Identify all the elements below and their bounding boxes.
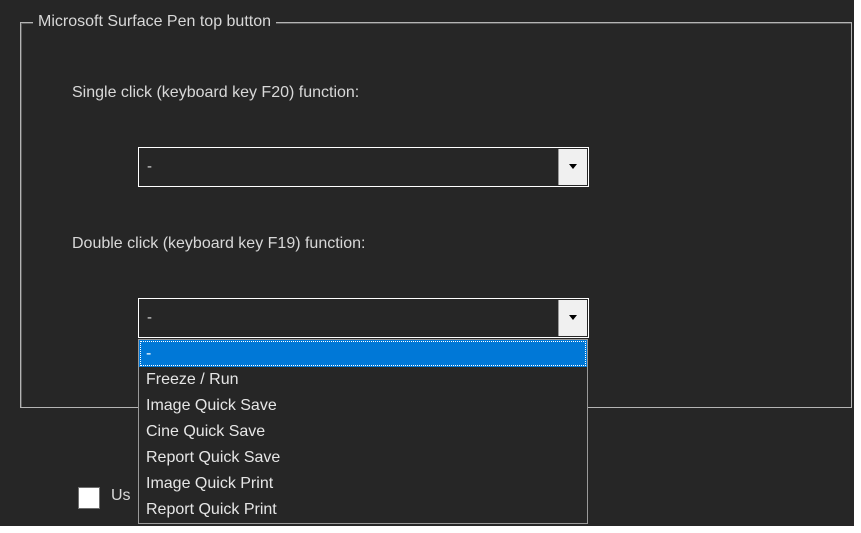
dropdown-option[interactable]: Cine Quick Save [139,419,587,445]
single-click-combobox[interactable]: - [138,147,589,187]
single-click-label: Single click (keyboard key F20) function… [72,84,360,101]
double-click-combobox[interactable]: - [138,298,589,338]
double-click-label: Double click (keyboard key F19) function… [72,235,366,252]
double-click-value: - [147,309,152,326]
dropdown-option[interactable]: - [139,340,587,367]
dropdown-option[interactable]: Report Quick Save [139,445,587,471]
dropdown-option[interactable]: Image Quick Save [139,393,587,419]
edge-strip-bottom [0,526,861,533]
use-checkbox-label: Us [111,487,131,504]
settings-panel: Microsoft Surface Pen top button Single … [0,0,861,533]
edge-strip-right [854,0,861,533]
dropdown-option[interactable]: Freeze / Run [139,367,587,393]
use-checkbox[interactable] [78,487,100,509]
dropdown-option[interactable]: Image Quick Print [139,471,587,497]
single-click-value: - [147,158,152,175]
dropdown-option[interactable]: Report Quick Print [139,497,587,523]
chevron-down-icon[interactable] [558,149,587,185]
groupbox-title: Microsoft Surface Pen top button [33,12,277,32]
chevron-down-icon[interactable] [558,300,587,336]
double-click-dropdown-list[interactable]: - Freeze / Run Image Quick Save Cine Qui… [138,339,588,524]
